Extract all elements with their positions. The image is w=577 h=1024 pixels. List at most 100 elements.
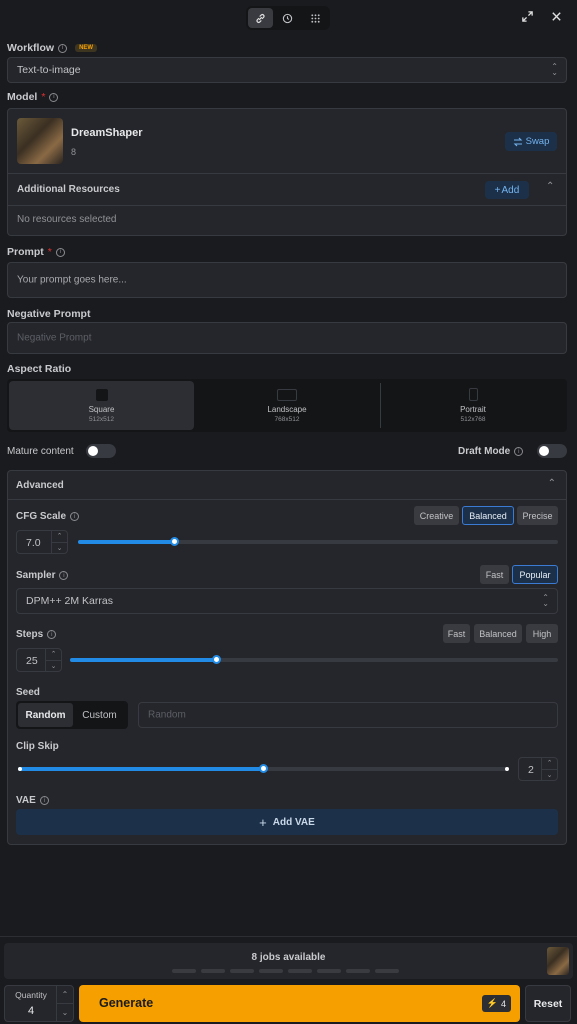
chevron-updown-icon: ⌃ ⌄ — [551, 62, 558, 77]
preset-popular[interactable]: Popular — [512, 565, 558, 584]
model-label-text: Model — [7, 91, 38, 103]
cfg-input[interactable]: 7.0 ⌃ ⌄ — [16, 530, 68, 554]
job-slot — [288, 969, 312, 973]
chevron-up-icon[interactable]: ⌃ — [548, 478, 556, 489]
slider-mark — [18, 767, 22, 771]
clock-icon — [283, 13, 293, 23]
add-vae-label: Add VAE — [272, 816, 315, 828]
clip-skip-slider-thumb[interactable] — [259, 764, 268, 773]
preset-precise[interactable]: Precise — [517, 506, 558, 525]
aspect-option-landscape[interactable]: Landscape 768x512 — [194, 381, 380, 430]
info-icon[interactable]: i — [55, 247, 65, 257]
steps-input[interactable]: 25 ⌃ ⌄ — [16, 648, 62, 672]
cfg-slider-thumb[interactable] — [170, 537, 179, 546]
prompt-input[interactable]: Your prompt goes here... — [7, 262, 567, 298]
increment-icon[interactable]: ⌃ — [542, 758, 557, 770]
negative-prompt-label: Negative Prompt — [7, 308, 91, 320]
add-vae-button[interactable]: + Add VAE — [16, 809, 558, 835]
close-icon[interactable] — [550, 10, 563, 23]
plus-icon: + — [494, 184, 501, 196]
info-icon[interactable]: i — [58, 43, 68, 53]
prompt-label-text: Prompt — [7, 246, 44, 258]
generate-button[interactable]: Generate ⚡ 4 — [79, 985, 520, 1022]
cfg-label: CFG Scale i — [16, 511, 80, 522]
seed-mode-custom[interactable]: Custom — [73, 703, 126, 727]
info-icon[interactable]: i — [514, 447, 524, 456]
mature-content-label: Mature content — [7, 446, 74, 457]
info-icon[interactable]: i — [49, 92, 59, 102]
model-panel: DreamShaper 8 Swap Additional Resources … — [7, 108, 567, 236]
mature-content-toggle[interactable] — [86, 444, 116, 458]
jobs-meter — [172, 969, 399, 973]
clip-skip-slider-fill — [18, 767, 263, 771]
increment-icon[interactable]: ⌃ — [57, 986, 73, 1004]
decrement-icon[interactable]: ⌄ — [46, 661, 61, 672]
job-slot — [230, 969, 254, 973]
footer: 8 jobs available Quantity 4 ⌃ ⌄ Generate… — [0, 936, 577, 1024]
prompt-label: Prompt * i — [7, 246, 65, 258]
user-avatar[interactable] — [547, 947, 569, 975]
steps-value: 25 — [26, 655, 38, 667]
divider — [8, 173, 566, 174]
link-tab[interactable] — [248, 8, 274, 28]
model-thumbnail[interactable] — [17, 118, 63, 164]
model-name: DreamShaper — [71, 127, 143, 139]
draft-mode-toggle[interactable] — [537, 444, 567, 458]
advanced-panel: Advanced ⌃ CFG Scale i Creative Balanced… — [7, 470, 567, 845]
decrement-icon[interactable]: ⌄ — [542, 770, 557, 781]
quantity-spin: ⌃ ⌄ — [56, 986, 73, 1021]
preset-high[interactable]: High — [526, 624, 558, 643]
increment-icon[interactable]: ⌃ — [52, 531, 67, 543]
decrement-icon[interactable]: ⌄ — [52, 543, 67, 554]
job-slot — [259, 969, 283, 973]
increment-icon[interactable]: ⌃ — [46, 649, 61, 661]
expand-icon[interactable] — [521, 10, 534, 23]
draft-mode-text: Draft Mode — [458, 446, 511, 457]
swap-icon — [513, 137, 522, 146]
steps-slider-thumb[interactable] — [212, 655, 221, 664]
preset-balanced[interactable]: Balanced — [462, 506, 514, 525]
chevron-updown-icon: ⌃ ⌄ — [542, 593, 549, 608]
preset-creative[interactable]: Creative — [414, 506, 459, 525]
aspect-size: 512x512 — [89, 415, 114, 423]
steps-label-text: Steps — [16, 629, 44, 640]
prompt-placeholder: Your prompt goes here... — [17, 274, 127, 286]
seed-input[interactable]: Random — [138, 702, 558, 728]
advanced-title: Advanced — [16, 480, 64, 491]
quantity-value: 4 — [27, 1005, 35, 1017]
add-resource-button[interactable]: + Add — [485, 181, 529, 199]
info-icon[interactable]: i — [47, 630, 57, 639]
history-tab[interactable] — [275, 8, 300, 28]
workflow-select[interactable]: Text-to-image ⌃ ⌄ — [7, 57, 567, 83]
job-slot — [346, 969, 370, 973]
preset-fast[interactable]: Fast — [480, 565, 509, 584]
preset-fast[interactable]: Fast — [443, 624, 470, 643]
info-icon[interactable]: i — [59, 571, 69, 580]
info-icon[interactable]: i — [70, 512, 80, 521]
aspect-option-square[interactable]: Square 512x512 — [9, 381, 194, 430]
new-badge: NEW — [75, 44, 98, 52]
model-version: 8 — [71, 147, 77, 157]
preset-balanced[interactable]: Balanced — [474, 624, 522, 643]
chevron-up-icon[interactable]: ⌃ — [546, 181, 554, 192]
aspect-ratio-selector: Square 512x512 Landscape 768x512 Portrai… — [7, 379, 567, 432]
decrement-icon[interactable]: ⌄ — [57, 1004, 73, 1021]
lightning-icon: ⚡ — [486, 998, 498, 1008]
quantity-stepper[interactable]: Quantity 4 ⌃ ⌄ — [4, 985, 74, 1022]
vae-label: VAE i — [16, 795, 49, 806]
negative-prompt-input[interactable]: Negative Prompt — [7, 322, 567, 354]
grid-tab[interactable] — [303, 8, 328, 28]
cost-badge: ⚡ 4 — [481, 995, 511, 1012]
seed-mode-random[interactable]: Random — [18, 703, 73, 727]
square-icon — [95, 388, 108, 401]
sampler-select[interactable]: DPM++ 2M Karras ⌃ ⌄ — [16, 588, 558, 614]
clip-skip-input[interactable]: 2 ⌃ ⌄ — [518, 757, 558, 781]
info-icon[interactable]: i — [39, 796, 49, 805]
slider-mark — [505, 767, 509, 771]
reset-button[interactable]: Reset — [525, 985, 571, 1022]
link-icon — [256, 13, 265, 23]
aspect-name: Landscape — [267, 404, 307, 414]
swap-button[interactable]: Swap — [505, 132, 557, 151]
grid-icon — [311, 13, 320, 23]
aspect-option-portrait[interactable]: Portrait 512x768 — [380, 381, 566, 430]
